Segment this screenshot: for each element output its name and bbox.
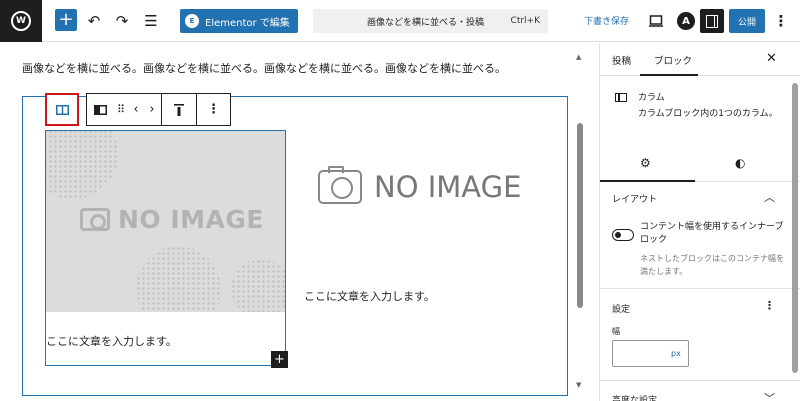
chevron-down-icon: ﹀: [764, 392, 775, 401]
preview-button[interactable]: [644, 9, 668, 33]
redo-button[interactable]: ↷: [110, 9, 134, 33]
undo-button[interactable]: ↶: [82, 9, 106, 33]
block-appender-button[interactable]: +: [271, 351, 288, 368]
undo-icon: ↶: [87, 12, 101, 30]
vertical-align-button[interactable]: [162, 94, 196, 125]
no-image-text: NO IMAGE: [118, 205, 265, 234]
paragraph-block[interactable]: ここに文章を入力します。: [46, 333, 177, 349]
block-inserter-toggle[interactable]: +: [55, 9, 77, 31]
document-title: 画像などを横に並べる・投稿: [367, 17, 485, 28]
editor-header: W + ↶ ↷ ☰ E Elementor で編集 画像などを横に並べる・投稿 …: [0, 0, 800, 42]
elementor-button-label: Elementor で編集: [205, 17, 290, 29]
editor-canvas: 画像などを横に並べる。画像などを横に並べる。画像などを横に並べる。画像などを横に…: [0, 43, 590, 401]
active-tab-indicator: [640, 74, 698, 76]
settings-panel-title: 設定: [612, 305, 631, 315]
block-card-title: カラム: [638, 93, 665, 103]
save-draft-button[interactable]: 下書き保存: [584, 14, 629, 27]
settings-panel-header: 設定 ⋮: [600, 292, 800, 324]
no-image-text: NO IMAGE: [374, 170, 522, 204]
redo-icon: ↷: [115, 12, 129, 30]
width-label: 幅: [612, 327, 620, 336]
block-toolbar: ⠿ ‹ › ⋮: [45, 93, 231, 126]
list-view-icon: ☰: [144, 12, 158, 30]
width-input[interactable]: px: [612, 340, 689, 367]
document-overview-button[interactable]: ☰: [139, 9, 163, 33]
close-icon[interactable]: ✕: [766, 51, 777, 66]
halftone-decoration: [46, 131, 118, 199]
halftone-decoration: [136, 246, 221, 312]
settings-sidebar: 投稿 ブロック ✕ カラム カラムブロック内の1つのカラム。 ⚙ ◐ レイアウト…: [599, 43, 800, 401]
more-vertical-icon: ⋮: [207, 102, 220, 117]
move-left-button[interactable]: ‹: [129, 94, 143, 125]
chevron-up-icon: ︿: [764, 191, 775, 204]
inspector-tabs: ⚙ ◐: [600, 146, 800, 182]
publish-button[interactable]: 公開: [729, 9, 765, 33]
more-vertical-icon[interactable]: ⋮: [764, 299, 775, 312]
align-top-icon: [174, 103, 184, 116]
tab-post[interactable]: 投稿: [612, 53, 631, 67]
move-right-button[interactable]: ›: [143, 94, 161, 125]
columns-icon: [55, 104, 69, 115]
drag-handle[interactable]: ⠿: [113, 94, 129, 125]
width-unit-select[interactable]: px: [671, 349, 681, 358]
camera-icon: [318, 166, 362, 204]
command-palette-bar[interactable]: 画像などを横に並べる・投稿 Ctrl+K: [313, 9, 548, 33]
desktop-icon: [649, 15, 663, 27]
command-shortcut: Ctrl+K: [510, 16, 540, 26]
layout-panel-header[interactable]: レイアウト ︿: [600, 182, 800, 214]
paragraph-block[interactable]: 画像などを横に並べる。画像などを横に並べる。画像などを横に並べる。画像などを横に…: [22, 60, 506, 76]
panel-divider: [600, 288, 800, 289]
settings-sidebar-toggle[interactable]: [700, 9, 724, 33]
more-vertical-icon: ⋮: [773, 12, 789, 30]
scroll-down-icon: ▼: [576, 381, 582, 389]
sidebar-icon: [706, 14, 718, 28]
edit-with-elementor-button[interactable]: E Elementor で編集: [180, 9, 298, 33]
scroll-thumb[interactable]: [577, 123, 583, 308]
block-toolbar-main: ⠿ ‹ › ⋮: [86, 93, 231, 126]
block-card-description: カラムブロック内の1つのカラム。: [638, 109, 778, 119]
styles-tab[interactable]: ◐: [735, 156, 745, 170]
image-block-left[interactable]: NO IMAGE: [46, 131, 285, 312]
sidebar-scrollbar[interactable]: [792, 83, 798, 373]
gear-icon: ⚙: [640, 156, 651, 170]
elementor-icon: E: [185, 14, 199, 28]
camera-icon: [80, 208, 110, 231]
settings-tab[interactable]: ⚙: [640, 156, 651, 170]
tab-block[interactable]: ブロック: [654, 53, 692, 67]
contrast-icon: ◐: [735, 156, 746, 170]
chevron-left-icon: ‹: [133, 102, 139, 117]
no-image-placeholder: NO IMAGE: [80, 205, 264, 234]
canvas-scrollbar[interactable]: ▲ ▼: [576, 53, 584, 398]
column-icon: [93, 104, 107, 115]
site-logo-button[interactable]: W: [0, 0, 42, 42]
advanced-panel-title: 高度な設定: [612, 396, 658, 401]
paragraph-block[interactable]: ここに文章を入力します。: [304, 288, 435, 304]
image-block-right[interactable]: NO IMAGE: [318, 166, 522, 204]
chevron-right-icon: ›: [149, 102, 155, 117]
select-parent-button[interactable]: [45, 93, 79, 126]
toggle-help-text: ネストしたブロックはこのコンテナ幅を満たします。: [640, 254, 784, 276]
block-options-button[interactable]: ⋮: [197, 94, 230, 125]
block-type-button[interactable]: [87, 94, 113, 125]
scroll-up-icon: ▲: [576, 53, 582, 61]
sidebar-tabs: 投稿 ブロック ✕: [600, 43, 800, 76]
column-icon: [615, 93, 627, 102]
astra-icon: A: [677, 12, 695, 30]
layout-panel-title: レイアウト: [612, 195, 658, 205]
options-menu-button[interactable]: ⋮: [769, 9, 793, 33]
toggle-label: コンテント幅を使用するインナーブロック: [640, 222, 784, 245]
halftone-decoration: [231, 259, 285, 312]
column-block-left[interactable]: NO IMAGE ここに文章を入力します。 +: [45, 130, 288, 368]
astra-settings-button[interactable]: A: [674, 9, 698, 33]
inner-blocks-width-toggle[interactable]: [612, 229, 634, 241]
advanced-panel-header[interactable]: 高度な設定 ﹀: [600, 383, 800, 401]
wordpress-icon: W: [11, 11, 31, 31]
panel-divider: [600, 380, 800, 381]
drag-handle-icon: ⠿: [116, 103, 126, 116]
